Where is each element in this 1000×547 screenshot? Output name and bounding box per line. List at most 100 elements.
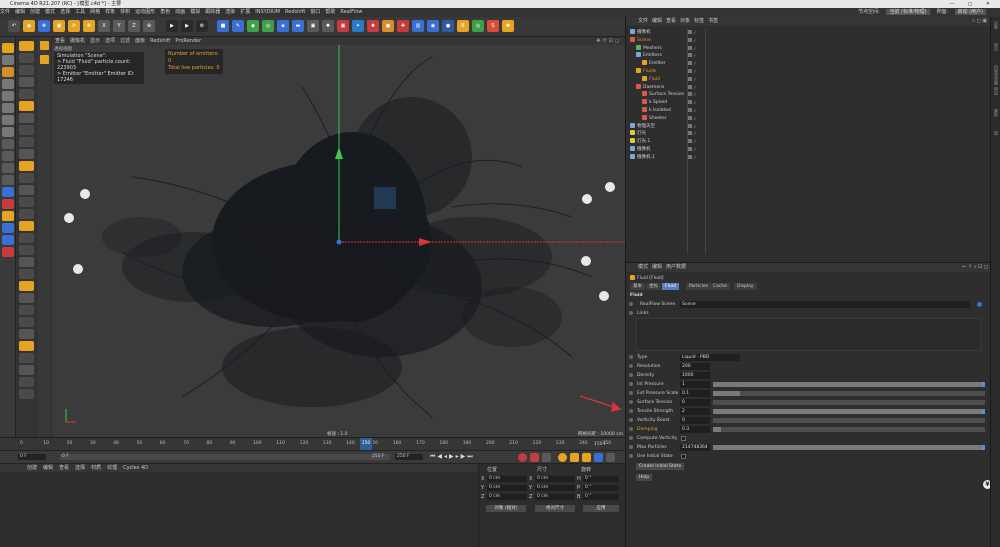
rotation-field[interactable]: 0 °	[583, 476, 619, 482]
uv-mode-icon[interactable]	[2, 115, 14, 125]
object-tree-item[interactable]: k Isolated	[642, 107, 671, 114]
parameter-field[interactable]: 0	[680, 417, 710, 424]
coord-system-icon[interactable]: ⊕	[143, 20, 155, 32]
parameter-field[interactable]: 2	[680, 408, 710, 415]
edges-mode-icon[interactable]	[2, 91, 14, 101]
rf-scene-icon[interactable]: ●	[442, 20, 454, 32]
position-field[interactable]: 0 cm	[487, 485, 527, 491]
object-flags[interactable]: ✓	[688, 37, 704, 45]
scale-icon[interactable]: ▣	[53, 20, 65, 32]
vertical-tab[interactable]: 层	[993, 131, 999, 135]
animate-dot-icon[interactable]	[629, 382, 633, 386]
menu-item[interactable]: RealFlow	[340, 9, 362, 15]
menu-item[interactable]: 运动图形	[135, 9, 155, 15]
node-space-select[interactable]: 当前 (标准/物理)	[886, 9, 930, 15]
tool-palette-icon[interactable]	[19, 353, 34, 363]
rs-material-icon[interactable]: ●	[382, 20, 394, 32]
rf-daemon-icon[interactable]: ◎	[472, 20, 484, 32]
render-picture-viewer-icon[interactable]: ▶	[181, 20, 193, 32]
help-button[interactable]: Help	[636, 474, 652, 481]
parameter-field[interactable]: 1000	[680, 372, 710, 379]
window-controls[interactable]: — ◻ ✕	[949, 0, 996, 8]
animate-dot-icon[interactable]	[629, 400, 633, 404]
preview-end-field[interactable]: 250 F	[370, 454, 390, 460]
menu-item[interactable]: INSYDIUM	[255, 9, 280, 15]
object-flags[interactable]: ✓	[688, 123, 704, 131]
material-menu-item[interactable]: 材质	[91, 465, 101, 471]
parameter-slider[interactable]	[713, 391, 985, 396]
object-flags[interactable]: ✓	[688, 61, 704, 68]
object-flags[interactable]: ✓	[688, 76, 704, 84]
rs-render-icon[interactable]: ◉	[427, 20, 439, 32]
key-param-icon[interactable]	[594, 453, 603, 462]
object-menu-item[interactable]: 文件	[638, 18, 648, 24]
object-tree-item[interactable]: 灯光.1	[630, 138, 650, 145]
points-mode-icon[interactable]	[2, 79, 14, 89]
menu-item[interactable]: 样条	[105, 9, 115, 15]
move-tool-icon[interactable]	[40, 41, 49, 50]
attribute-tab[interactable]: 基本	[630, 283, 645, 290]
attribute-tab[interactable]: Cache	[710, 283, 730, 290]
tool-palette-icon[interactable]	[19, 269, 34, 279]
menu-item[interactable]: 角色	[160, 9, 170, 15]
object-flags[interactable]: ✓	[688, 108, 704, 115]
object-tree-item[interactable]: Fluids	[636, 68, 656, 75]
object-flags[interactable]: ✓	[688, 154, 704, 162]
object-tree-item[interactable]: 摄像机	[630, 146, 651, 153]
realflow-scene-link[interactable]: Scene	[680, 301, 970, 308]
parameter-slider[interactable]	[713, 400, 985, 405]
attribute-menu-item[interactable]: 模式	[638, 264, 648, 270]
tool-palette-icon[interactable]	[19, 77, 34, 87]
object-menu-item[interactable]: 标签	[694, 18, 704, 24]
rs-cam-icon[interactable]: ✚	[397, 20, 409, 32]
object-mode-icon[interactable]	[40, 55, 49, 64]
deformer-icon[interactable]: ◈	[277, 20, 289, 32]
object-tree-item[interactable]: Daemons	[636, 83, 664, 91]
link-icon[interactable]	[977, 302, 982, 307]
animate-dot-icon[interactable]	[629, 373, 633, 377]
tool-palette-icon[interactable]	[19, 365, 34, 375]
coord-mode-select[interactable]: 对象 (相对)	[486, 505, 526, 512]
mesh-tool-icon[interactable]	[2, 235, 14, 245]
polygons-mode-icon[interactable]	[2, 103, 14, 113]
layout-select[interactable]: 启动 (用户)	[954, 9, 986, 15]
floor-icon[interactable]: ▬	[292, 20, 304, 32]
material-menu-item[interactable]: 查看	[59, 465, 69, 471]
rf-emitter-icon[interactable]: B	[457, 20, 469, 32]
object-flags[interactable]: ✓	[688, 115, 704, 123]
object-flags[interactable]: ✓	[688, 147, 704, 154]
size-mode-select[interactable]: 绝对尺寸	[535, 505, 575, 512]
object-tree-item[interactable]: 摄像机	[630, 29, 651, 36]
tool-palette-icon[interactable]	[19, 341, 34, 351]
live-select-icon[interactable]: ◉	[23, 20, 35, 32]
cube-icon[interactable]: ■	[217, 20, 229, 32]
keyframe-selection-icon[interactable]	[542, 453, 551, 462]
attribute-tab[interactable]: Display	[734, 283, 757, 290]
object-menu-item[interactable]: 对象	[680, 18, 690, 24]
parameter-field[interactable]: 200	[680, 363, 710, 370]
tool-palette-icon[interactable]	[19, 305, 34, 315]
texture-mode-icon[interactable]	[2, 55, 14, 65]
array-icon[interactable]: ◎	[262, 20, 274, 32]
workplane-icon[interactable]	[2, 139, 14, 149]
object-flags[interactable]: ✓	[688, 69, 704, 76]
menu-item[interactable]: 编辑	[15, 9, 25, 15]
attribute-menu-item[interactable]: 编辑	[652, 264, 662, 270]
parameter-field[interactable]: 0.3	[680, 426, 710, 433]
position-field[interactable]: 0 cm	[487, 494, 527, 500]
menu-item[interactable]: 跟踪器	[205, 9, 220, 15]
use-initial-state-checkbox[interactable]	[681, 454, 686, 459]
menu-item[interactable]: 窗口	[310, 9, 320, 15]
parameter-field[interactable]: 0	[680, 399, 710, 406]
object-flags[interactable]: ✓	[688, 53, 704, 60]
apply-button[interactable]: 应用	[583, 505, 619, 512]
animate-dot-icon[interactable]	[629, 418, 633, 422]
max-particles-field[interactable]: 214748364	[680, 444, 710, 451]
object-tree-item[interactable]: Emitters	[636, 52, 662, 59]
tool-palette-icon[interactable]	[19, 101, 34, 111]
menu-item[interactable]: 创建	[30, 9, 40, 15]
object-flags[interactable]: ✓	[688, 100, 704, 107]
solo-icon[interactable]	[2, 163, 14, 173]
redshift-cam-icon[interactable]	[2, 187, 14, 197]
object-tree-item[interactable]: 灯光	[630, 130, 646, 137]
